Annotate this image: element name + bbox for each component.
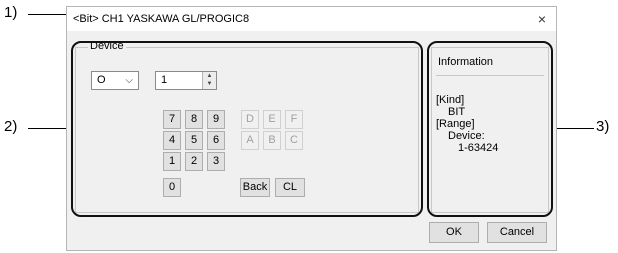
spin-up-icon[interactable]: ▲ <box>203 72 216 80</box>
title-bar: <Bit> CH1 YASKAWA GL/PROGIC8 × <box>67 7 556 31</box>
key-9[interactable]: 9 <box>207 110 225 129</box>
device-type-select[interactable]: O ⌵ <box>91 71 139 90</box>
clear-button[interactable]: CL <box>275 178 305 197</box>
device-dialog: <Bit> CH1 YASKAWA GL/PROGIC8 × Device O … <box>66 6 557 251</box>
key-c: C <box>285 131 303 150</box>
key-1[interactable]: 1 <box>163 152 181 171</box>
ok-button[interactable]: OK <box>429 222 479 243</box>
key-d: D <box>241 110 259 129</box>
dialog-title: <Bit> CH1 YASKAWA GL/PROGIC8 <box>73 13 250 25</box>
key-3[interactable]: 3 <box>207 152 225 171</box>
device-number-input[interactable]: 1 ▲ ▼ <box>155 71 217 90</box>
callout-3: 3) <box>596 118 610 135</box>
key-b: B <box>263 131 281 150</box>
callout-1: 1) <box>4 4 18 21</box>
chevron-down-icon: ⌵ <box>125 75 133 86</box>
key-8[interactable]: 8 <box>185 110 203 129</box>
back-button[interactable]: Back <box>240 178 270 197</box>
key-f: F <box>285 110 303 129</box>
key-0[interactable]: 0 <box>163 178 181 197</box>
close-icon[interactable]: × <box>538 9 546 29</box>
key-2[interactable]: 2 <box>185 152 203 171</box>
key-4[interactable]: 4 <box>163 131 181 150</box>
key-e: E <box>263 110 281 129</box>
information-highlight <box>427 41 553 217</box>
key-7[interactable]: 7 <box>163 110 181 129</box>
key-5[interactable]: 5 <box>185 131 203 150</box>
callout-1-line <box>28 14 68 15</box>
device-type-value: O <box>97 74 106 86</box>
callout-2: 2) <box>4 118 18 135</box>
callout-3-line <box>552 128 594 129</box>
spin-down-icon[interactable]: ▼ <box>203 80 216 88</box>
cancel-button[interactable]: Cancel <box>487 222 547 243</box>
spin-buttons[interactable]: ▲ ▼ <box>202 72 216 89</box>
device-number-value: 1 <box>161 74 168 86</box>
key-a: A <box>241 131 259 150</box>
key-6[interactable]: 6 <box>207 131 225 150</box>
